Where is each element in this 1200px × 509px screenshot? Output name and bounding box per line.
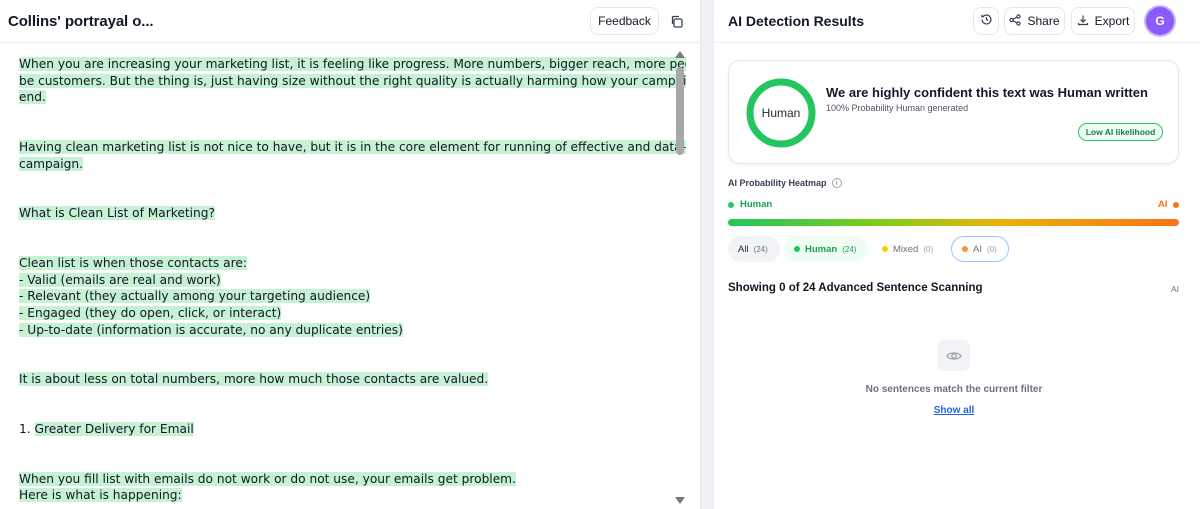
feedback-button[interactable]: Feedback: [590, 7, 659, 35]
copy-icon[interactable]: [666, 11, 686, 31]
document-line: campaign.: [19, 156, 664, 173]
highlighted-sentence[interactable]: Clean list is when those contacts are:: [19, 256, 247, 271]
filter-mixed-label: Mixed: [893, 243, 919, 255]
verdict-ring-label: Human: [761, 106, 801, 120]
document-line: Here is what is happening:: [19, 487, 664, 504]
legend-ai-label: AI: [1158, 199, 1168, 210]
filter-human-label: Human: [805, 243, 838, 255]
document-paragraph: Having clean marketing list is not nice …: [19, 139, 686, 173]
highlighted-sentence[interactable]: When you are increasing your marketing l…: [19, 57, 454, 71]
document-line: - Relevant (they actually among your tar…: [19, 288, 664, 305]
share-label: Share: [1027, 14, 1060, 28]
human-dot-icon: [728, 201, 734, 208]
highlighted-sentence[interactable]: It is about less on total numbers, more …: [19, 372, 489, 387]
highlighted-sentence[interactable]: What is Clean List of Marketing?: [19, 206, 215, 221]
highlighted-sentence[interactable]: - Up-to-date (information is accurate, n…: [19, 322, 403, 337]
human-dot-icon: [794, 246, 800, 252]
ai-dot-icon: [962, 246, 968, 252]
mixed-dot-icon: [882, 246, 888, 252]
highlighted-sentence[interactable]: - Valid (emails are real and work): [19, 272, 221, 287]
export-button[interactable]: Export: [1071, 7, 1135, 35]
highlighted-sentence[interactable]: - Engaged (they do open, click, or inter…: [19, 305, 282, 320]
history-icon: [980, 13, 993, 29]
highlighted-sentence[interactable]: But the thing is, just having size witho…: [109, 73, 686, 88]
filter-mixed-count: (0): [923, 244, 934, 254]
highlighted-sentence[interactable]: end.: [19, 90, 46, 105]
highlighted-sentence[interactable]: campaign.: [19, 156, 83, 171]
document-paragraph: It is about less on total numbers, more …: [19, 371, 664, 388]
document-panel: Collins' portrayal o... Feedback When yo…: [0, 0, 701, 509]
highlighted-sentence[interactable]: Here is what is happening:: [19, 488, 182, 503]
export-label: Export: [1094, 14, 1130, 28]
plain-text: 1.: [19, 422, 35, 437]
history-button[interactable]: [973, 7, 999, 35]
results-header: AI Detection Results Share Export G: [714, 0, 1200, 43]
document-scrollbar[interactable]: [673, 47, 686, 509]
ai-dot-icon: [1172, 201, 1179, 208]
scan-title: Showing 0 of 24 Advanced Sentence Scanni…: [728, 282, 983, 294]
share-button[interactable]: Share: [1004, 7, 1065, 35]
document-line: When you are increasing your marketing l…: [19, 56, 686, 73]
filter-all-label: All: [738, 243, 749, 255]
filter-ai[interactable]: AI (0): [951, 236, 1009, 262]
document-line: What is Clean List of Marketing?: [19, 205, 664, 222]
document-paragraph: When you fill list with emails do not wo…: [19, 471, 664, 504]
document-paragraph: 1. Greater Delivery for Email: [19, 421, 664, 438]
filter-all[interactable]: All (24): [728, 236, 780, 262]
document-line: be customers. But the thing is, just hav…: [19, 73, 686, 90]
highlighted-sentence[interactable]: be customers.: [19, 73, 110, 88]
scroll-thumb[interactable]: [676, 67, 684, 155]
document-header: Collins' portrayal o... Feedback: [0, 0, 700, 43]
info-icon[interactable]: i: [831, 178, 842, 188]
avatar[interactable]: G: [1146, 7, 1174, 35]
heatmap-label: AI Probability Heatmap i: [728, 178, 842, 188]
verdict-card: Human We are highly confident this text …: [728, 60, 1179, 164]
highlighted-sentence[interactable]: More numbers, bigger reach, more people …: [453, 57, 686, 71]
document-paragraph: What is Clean List of Marketing?: [19, 205, 664, 222]
document-line: Having clean marketing list is not nice …: [19, 139, 686, 156]
highlighted-sentence[interactable]: When you fill list with emails do not wo…: [19, 471, 516, 486]
eye-icon: [937, 340, 970, 371]
filter-human[interactable]: Human (24): [784, 236, 868, 262]
share-icon: [1009, 13, 1022, 29]
verdict-text: We are highly confident this text was Hu…: [826, 85, 1148, 100]
highlighted-sentence[interactable]: - Relevant (they actually among your tar…: [19, 289, 371, 304]
filter-all-count: (24): [753, 244, 768, 254]
document-paragraph: Clean list is when those contacts are: - …: [19, 255, 664, 338]
document-line: Clean list is when those contacts are:: [19, 255, 664, 272]
scroll-up-arrow-icon[interactable]: [675, 51, 685, 58]
filter-human-count: (24): [842, 244, 857, 254]
filter-ai-count: (0): [986, 244, 997, 254]
document-paragraph: When you are increasing your marketing l…: [19, 56, 686, 106]
results-panel: AI Detection Results Share Export G Huma…: [714, 0, 1200, 509]
document-line: - Engaged (they do open, click, or inter…: [19, 305, 664, 322]
document-line: When you fill list with emails do not wo…: [19, 471, 664, 488]
results-title: AI Detection Results: [728, 13, 865, 29]
heatmap-label-text: AI Probability Heatmap: [728, 178, 827, 188]
document-line: It is about less on total numbers, more …: [19, 371, 664, 388]
document-line: - Up-to-date (information is accurate, n…: [19, 322, 664, 339]
show-all-link[interactable]: Show all: [714, 405, 1194, 416]
highlighted-sentence[interactable]: Having clean marketing list is not nice …: [19, 139, 686, 154]
legend-ai: AI: [1158, 199, 1179, 210]
document-line: end.: [19, 89, 664, 106]
probability-text: 100% Probability Human generated: [826, 103, 969, 113]
legend-human-label: Human: [740, 199, 773, 210]
document-title: Collins' portrayal o...: [8, 12, 154, 30]
filter-mixed[interactable]: Mixed (0): [872, 236, 948, 262]
highlighted-sentence[interactable]: Greater Delivery for Email: [34, 422, 194, 437]
scan-ai-label: AI: [1171, 284, 1180, 294]
legend-human: Human: [728, 199, 772, 210]
empty-state-text: No sentences match the current filter: [865, 384, 1043, 395]
document-line: 1. Greater Delivery for Email: [19, 421, 664, 438]
download-icon: [1077, 14, 1089, 29]
document-text-area[interactable]: When you are increasing your marketing l…: [0, 44, 686, 509]
heatmap-gradient-bar: [728, 219, 1179, 226]
document-line: - Valid (emails are real and work): [19, 272, 664, 289]
scroll-down-arrow-icon[interactable]: [675, 497, 685, 504]
filter-ai-label: AI: [973, 243, 982, 255]
likelihood-badge: Low AI likelihood: [1078, 123, 1163, 141]
